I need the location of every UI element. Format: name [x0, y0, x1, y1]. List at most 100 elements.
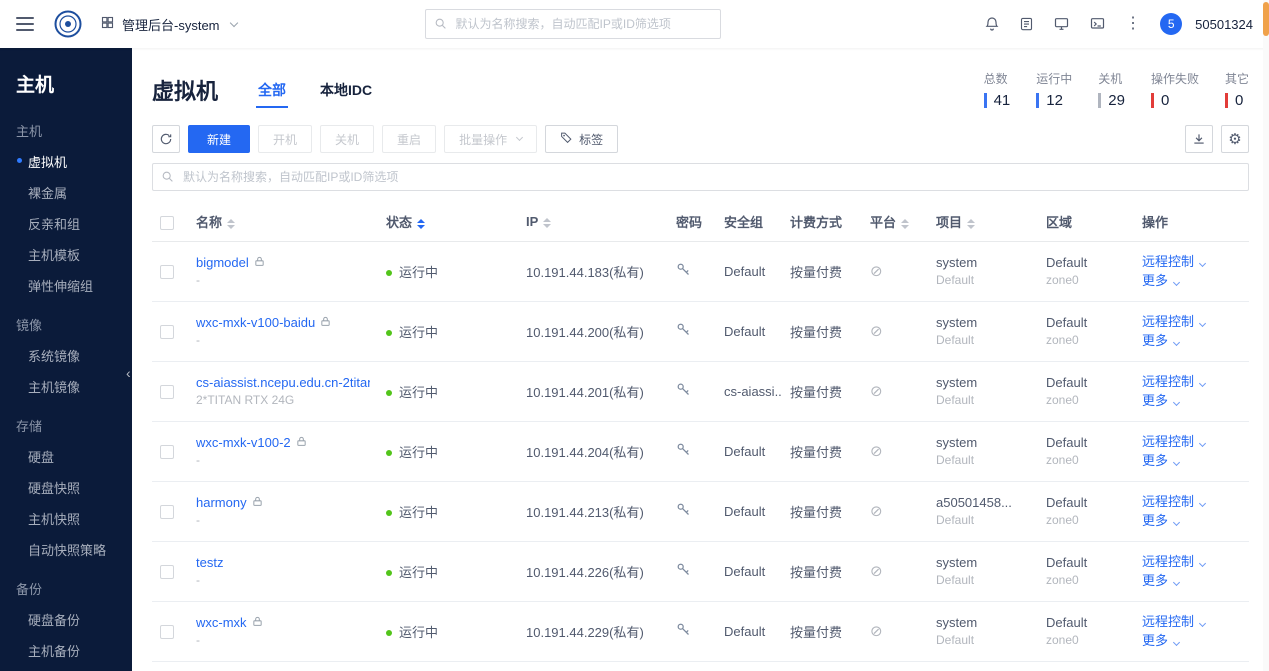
sidebar-item-autoscaling-group[interactable]: 弹性伸缩组 [0, 270, 132, 301]
row-checkbox[interactable] [160, 624, 174, 639]
restart-button[interactable]: 重启 [382, 125, 437, 153]
export-button[interactable] [1185, 125, 1213, 153]
more-actions-link[interactable]: 更多 [1142, 453, 1168, 468]
sidebar-item-vm[interactable]: 虚拟机 [0, 146, 132, 177]
vm-name-link[interactable]: cs-aiassist.ncepu.edu.cn-2titan [196, 375, 370, 390]
sidebar-item-host-template[interactable]: 主机模板 [0, 239, 132, 270]
more-actions-link[interactable]: 更多 [1142, 333, 1168, 348]
power-on-button[interactable]: 开机 [258, 125, 313, 153]
more-actions-link[interactable]: 更多 [1142, 633, 1168, 648]
row-checkbox[interactable] [160, 324, 174, 339]
monitor-icon[interactable] [1053, 16, 1070, 32]
sort-icon[interactable] [967, 218, 976, 229]
vm-name-link[interactable]: testz [196, 555, 223, 570]
row-checkbox[interactable] [160, 564, 174, 579]
vm-name-link[interactable]: bigmodel [196, 255, 249, 270]
vm-ip: 10.191.44.204(私有) [518, 421, 668, 482]
sidebar-item-anti-affinity[interactable]: 反亲和组 [0, 208, 132, 239]
sidebar-collapse-handle[interactable]: ‹ [126, 366, 131, 380]
power-off-button[interactable]: 关机 [320, 125, 375, 153]
more-actions-link[interactable]: 更多 [1142, 573, 1168, 588]
remote-control-link[interactable]: 远程控制 [1142, 494, 1194, 509]
password-key-icon[interactable] [676, 263, 691, 280]
vertical-scrollbar[interactable] [1263, 0, 1269, 671]
vm-ip: 10.191.44.183(私有) [518, 241, 668, 302]
column-header-platform[interactable]: 平台 [862, 203, 928, 242]
sidebar-section-storage: 存储 [16, 419, 43, 434]
vm-name-link[interactable]: harmony [196, 495, 247, 510]
more-actions-link[interactable]: 更多 [1142, 513, 1168, 528]
column-header-project[interactable]: 项目 [928, 203, 1038, 242]
column-header-status[interactable]: 状态 [378, 203, 518, 242]
sidebar-item-disk[interactable]: 硬盘 [0, 441, 132, 472]
search-icon [434, 17, 447, 35]
settings-button[interactable]: ⚙ [1221, 125, 1249, 153]
table-row: testz - 运行中 10.191.44.226(私有) Default 按量… [152, 541, 1249, 602]
sort-icon[interactable] [417, 218, 426, 229]
password-key-icon[interactable] [676, 623, 691, 640]
vm-name-link[interactable]: wxc-mxk [196, 615, 247, 630]
password-key-icon[interactable] [676, 503, 691, 520]
remote-control-link[interactable]: 远程控制 [1142, 554, 1194, 569]
column-header-ip[interactable]: IP [518, 203, 668, 242]
sidebar-item-bare-metal[interactable]: 裸金属 [0, 177, 132, 208]
scrollbar-thumb[interactable] [1263, 2, 1269, 36]
sidebar-item-host-snapshot[interactable]: 主机快照 [0, 503, 132, 534]
more-actions-link[interactable]: 更多 [1142, 273, 1168, 288]
workspace-grid-icon [100, 15, 115, 33]
sort-icon[interactable] [543, 217, 552, 228]
security-group: Default [716, 601, 782, 662]
column-header-name[interactable]: 名称 [188, 203, 378, 242]
status-text: 运行中 [399, 564, 439, 580]
sort-icon[interactable] [901, 218, 910, 229]
row-checkbox[interactable] [160, 444, 174, 459]
remote-control-link[interactable]: 远程控制 [1142, 434, 1194, 449]
password-key-icon[interactable] [676, 383, 691, 400]
tab-local-idc[interactable]: 本地IDC [318, 74, 374, 106]
remote-control-link[interactable]: 远程控制 [1142, 314, 1194, 329]
vm-name-link[interactable]: wxc-mxk-v100-2 [196, 435, 291, 450]
workspace-switcher[interactable]: 管理后台-system [100, 15, 238, 34]
batch-actions-button[interactable]: 批量操作 [444, 125, 538, 153]
status-text: 运行中 [399, 444, 439, 460]
sort-icon[interactable] [227, 218, 236, 229]
status-dot [386, 629, 392, 636]
sidebar-item-disk-backup[interactable]: 硬盘备份 [0, 604, 132, 635]
row-checkbox[interactable] [160, 504, 174, 519]
status-dot [386, 389, 392, 396]
global-search-input[interactable] [424, 9, 721, 39]
remote-control-link[interactable]: 远程控制 [1142, 374, 1194, 389]
sidebar-item-disk-snapshot[interactable]: 硬盘快照 [0, 472, 132, 503]
notification-badge[interactable]: 5 [1160, 13, 1183, 35]
chevron-down-icon [1198, 319, 1207, 328]
password-key-icon[interactable] [676, 323, 691, 340]
tag-button[interactable]: 标签 [545, 125, 619, 153]
select-all-checkbox[interactable] [160, 215, 174, 230]
sidebar-item-system-image[interactable]: 系统镜像 [0, 340, 132, 371]
remote-control-link[interactable]: 远程控制 [1142, 614, 1194, 629]
more-actions-link[interactable]: 更多 [1142, 393, 1168, 408]
username[interactable]: 50501324 [1195, 17, 1253, 32]
table-filter-input[interactable] [152, 163, 1249, 191]
region-name: Default [1046, 555, 1088, 570]
refresh-button[interactable] [152, 125, 180, 153]
tab-all[interactable]: 全部 [256, 74, 289, 108]
sidebar-item-auto-snapshot-policy[interactable]: 自动快照策略 [0, 534, 132, 565]
document-icon[interactable] [1019, 16, 1034, 32]
notification-bell-icon[interactable] [984, 16, 1000, 32]
row-checkbox[interactable] [160, 264, 174, 279]
more-menu-icon[interactable]: ⋮ [1125, 16, 1141, 32]
menu-toggle-icon[interactable] [16, 17, 34, 31]
remote-control-link[interactable]: 远程控制 [1142, 254, 1194, 269]
chevron-down-icon [1172, 278, 1181, 287]
password-key-icon[interactable] [676, 443, 691, 460]
password-key-icon[interactable] [676, 563, 691, 580]
vm-name-link[interactable]: wxc-mxk-v100-baidu [196, 315, 315, 330]
create-button[interactable]: 新建 [188, 125, 251, 153]
billing-type: 按量付费 [782, 241, 862, 302]
sidebar-item-host-image[interactable]: 主机镜像 [0, 371, 132, 402]
chevron-down-icon [1198, 379, 1207, 388]
console-icon[interactable] [1089, 16, 1106, 32]
sidebar-item-host-backup[interactable]: 主机备份 [0, 635, 132, 666]
row-checkbox[interactable] [160, 384, 174, 399]
